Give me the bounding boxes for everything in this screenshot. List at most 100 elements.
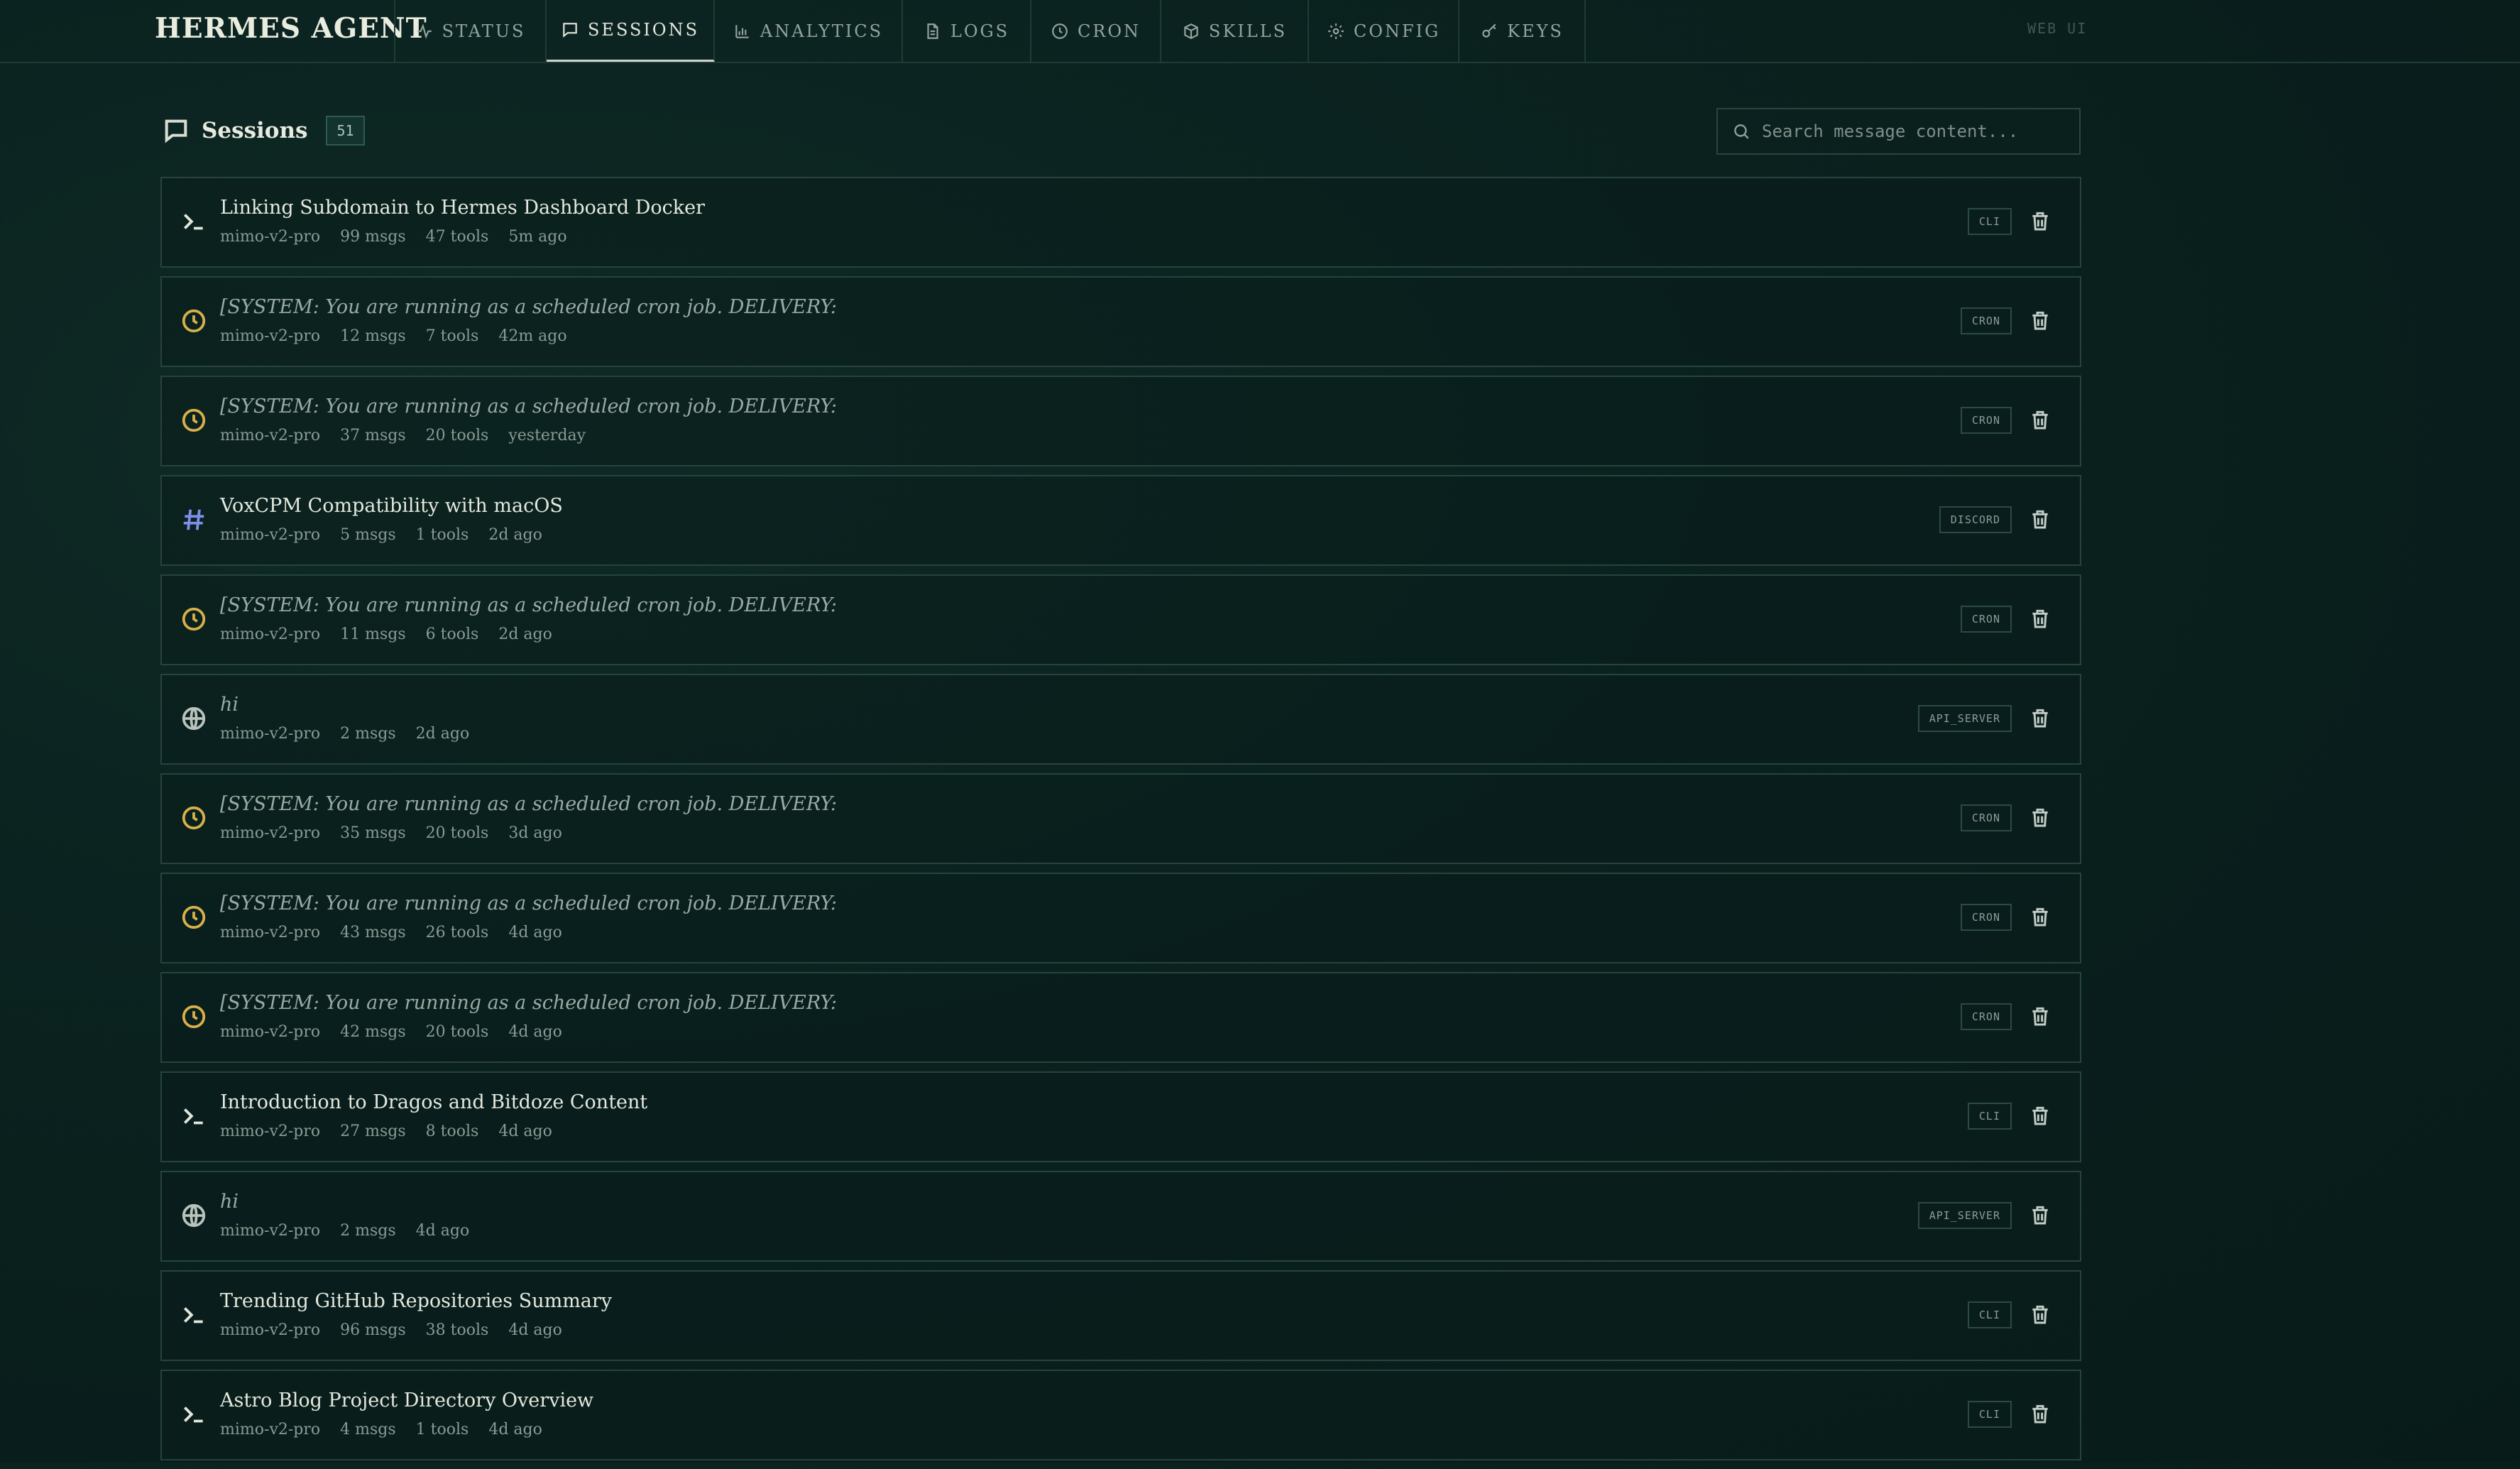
- session-model: mimo-v2-pro: [220, 626, 321, 643]
- session-tools: 20 tools: [425, 1023, 489, 1041]
- session-row[interactable]: Linking Subdomain to Hermes Dashboard Do…: [160, 177, 2081, 268]
- package-icon: [1182, 22, 1200, 40]
- session-model: mimo-v2-pro: [220, 1222, 321, 1240]
- source-badge: CLI: [1967, 1301, 2012, 1328]
- key-icon: [1480, 22, 1499, 40]
- session-meta: mimo-v2-pro 37 msgs 20 tools yesterday: [220, 427, 586, 444]
- globe-icon: [180, 1202, 207, 1229]
- source-badge: CRON: [1960, 804, 2012, 831]
- session-tools: 7 tools: [425, 327, 479, 345]
- session-model: mimo-v2-pro: [220, 824, 321, 842]
- session-title: VoxCPM Compatibility with macOS: [220, 495, 563, 517]
- session-msgs: 2 msgs: [340, 725, 396, 743]
- terminal-icon: [180, 1103, 207, 1130]
- session-row[interactable]: VoxCPM Compatibility with macOS mimo-v2-p…: [160, 475, 2081, 566]
- search-input[interactable]: [1760, 121, 2061, 142]
- session-row[interactable]: Trending GitHub Repositories Summary mimo…: [160, 1270, 2081, 1361]
- message-square-icon: [561, 21, 579, 39]
- trash-icon[interactable]: [2029, 309, 2051, 332]
- trash-icon[interactable]: [2029, 508, 2051, 530]
- session-tools: 8 tools: [425, 1123, 479, 1140]
- session-meta: mimo-v2-pro 35 msgs 20 tools 3d ago: [220, 824, 562, 842]
- tab-cron[interactable]: CRON: [1031, 0, 1161, 62]
- session-row[interactable]: hi mimo-v2-pro 2 msgs 2d ago API_SERVER: [160, 674, 2081, 765]
- search-box[interactable]: [1716, 108, 2081, 155]
- session-title: [SYSTEM: You are running as a scheduled …: [220, 992, 837, 1014]
- session-row[interactable]: [SYSTEM: You are running as a scheduled …: [160, 574, 2081, 665]
- session-tools: 26 tools: [425, 924, 489, 941]
- session-time: 5m ago: [508, 228, 567, 246]
- tab-status[interactable]: STATUS: [395, 0, 547, 62]
- session-time: 2d ago: [415, 725, 470, 743]
- session-row[interactable]: hi mimo-v2-pro 2 msgs 4d ago API_SERVER: [160, 1171, 2081, 1262]
- trash-icon[interactable]: [2029, 905, 2051, 928]
- session-meta: mimo-v2-pro 4 msgs 1 tools 4d ago: [220, 1421, 542, 1438]
- session-msgs: 11 msgs: [340, 626, 406, 643]
- session-count-badge: 51: [326, 116, 365, 146]
- trash-icon[interactable]: [2029, 1402, 2051, 1425]
- session-model: mimo-v2-pro: [220, 924, 321, 941]
- source-badge: CRON: [1960, 307, 2012, 334]
- session-row[interactable]: [SYSTEM: You are running as a scheduled …: [160, 376, 2081, 466]
- trash-icon[interactable]: [2029, 408, 2051, 431]
- activity-icon: [415, 22, 434, 40]
- file-text-icon: [924, 22, 942, 40]
- session-tools: 1 tools: [415, 526, 469, 544]
- session-row[interactable]: Introduction to Dragos and Bitdoze Conte…: [160, 1071, 2081, 1162]
- session-row[interactable]: Astro Blog Project Directory Overview mim…: [160, 1370, 2081, 1460]
- tab-analytics[interactable]: ANALYTICS: [715, 0, 903, 62]
- source-badge: DISCORD: [1939, 506, 2012, 533]
- trash-icon[interactable]: [2029, 607, 2051, 630]
- trash-icon[interactable]: [2029, 209, 2051, 232]
- session-row[interactable]: [SYSTEM: You are running as a scheduled …: [160, 773, 2081, 864]
- trash-icon[interactable]: [2029, 1005, 2051, 1027]
- session-msgs: 96 msgs: [340, 1321, 406, 1339]
- tab-label: LOGS: [950, 21, 1010, 41]
- session-time: yesterday: [508, 427, 586, 444]
- session-meta: mimo-v2-pro 42 msgs 20 tools 4d ago: [220, 1023, 562, 1041]
- session-meta: mimo-v2-pro 43 msgs 26 tools 4d ago: [220, 924, 562, 941]
- trash-icon[interactable]: [2029, 1104, 2051, 1127]
- trash-icon[interactable]: [2029, 806, 2051, 829]
- bar-chart-icon: [733, 22, 752, 40]
- brand-logo[interactable]: HERMES AGENT: [155, 0, 427, 62]
- session-model: mimo-v2-pro: [220, 526, 321, 544]
- terminal-icon: [180, 1301, 207, 1328]
- tab-skills[interactable]: SKILLS: [1161, 0, 1309, 62]
- hash-icon: [180, 506, 207, 533]
- session-meta: mimo-v2-pro 99 msgs 47 tools 5m ago: [220, 228, 567, 246]
- session-msgs: 35 msgs: [340, 824, 406, 842]
- tab-config[interactable]: CONFIG: [1309, 0, 1459, 62]
- top-bar: HERMES AGENT STATUS SESSIONS ANALYTICS LOGS…: [0, 0, 2520, 63]
- session-time: 4d ago: [508, 1023, 562, 1041]
- source-badge: CLI: [1967, 208, 2012, 235]
- session-meta: mimo-v2-pro 2 msgs 4d ago: [220, 1222, 469, 1240]
- trash-icon[interactable]: [2029, 1203, 2051, 1226]
- session-row[interactable]: [SYSTEM: You are running as a scheduled …: [160, 276, 2081, 367]
- session-model: mimo-v2-pro: [220, 1321, 321, 1339]
- trash-icon[interactable]: [2029, 1303, 2051, 1326]
- trash-icon[interactable]: [2029, 706, 2051, 729]
- session-row[interactable]: [SYSTEM: You are running as a scheduled …: [160, 972, 2081, 1063]
- source-badge: CRON: [1960, 1003, 2012, 1030]
- tab-label: CRON: [1077, 21, 1141, 41]
- session-model: mimo-v2-pro: [220, 327, 321, 345]
- session-tools: 6 tools: [425, 626, 479, 643]
- tab-label: ANALYTICS: [760, 21, 884, 41]
- tab-sessions[interactable]: SESSIONS: [547, 0, 715, 62]
- clock-icon: [180, 307, 207, 334]
- session-title: Linking Subdomain to Hermes Dashboard Do…: [220, 197, 706, 219]
- tab-keys[interactable]: KEYS: [1459, 0, 1586, 62]
- session-title: [SYSTEM: You are running as a scheduled …: [220, 892, 837, 914]
- session-time: 2d ago: [488, 526, 542, 544]
- session-tools: 38 tools: [425, 1321, 489, 1339]
- session-title: Trending GitHub Repositories Summary: [220, 1290, 613, 1312]
- session-msgs: 4 msgs: [340, 1421, 396, 1438]
- gear-icon: [1327, 22, 1345, 40]
- tab-logs[interactable]: LOGS: [903, 0, 1031, 62]
- session-meta: mimo-v2-pro 12 msgs 7 tools 42m ago: [220, 327, 567, 345]
- session-msgs: 12 msgs: [340, 327, 406, 345]
- session-model: mimo-v2-pro: [220, 1123, 321, 1140]
- session-row[interactable]: [SYSTEM: You are running as a scheduled …: [160, 873, 2081, 963]
- session-msgs: 42 msgs: [340, 1023, 406, 1041]
